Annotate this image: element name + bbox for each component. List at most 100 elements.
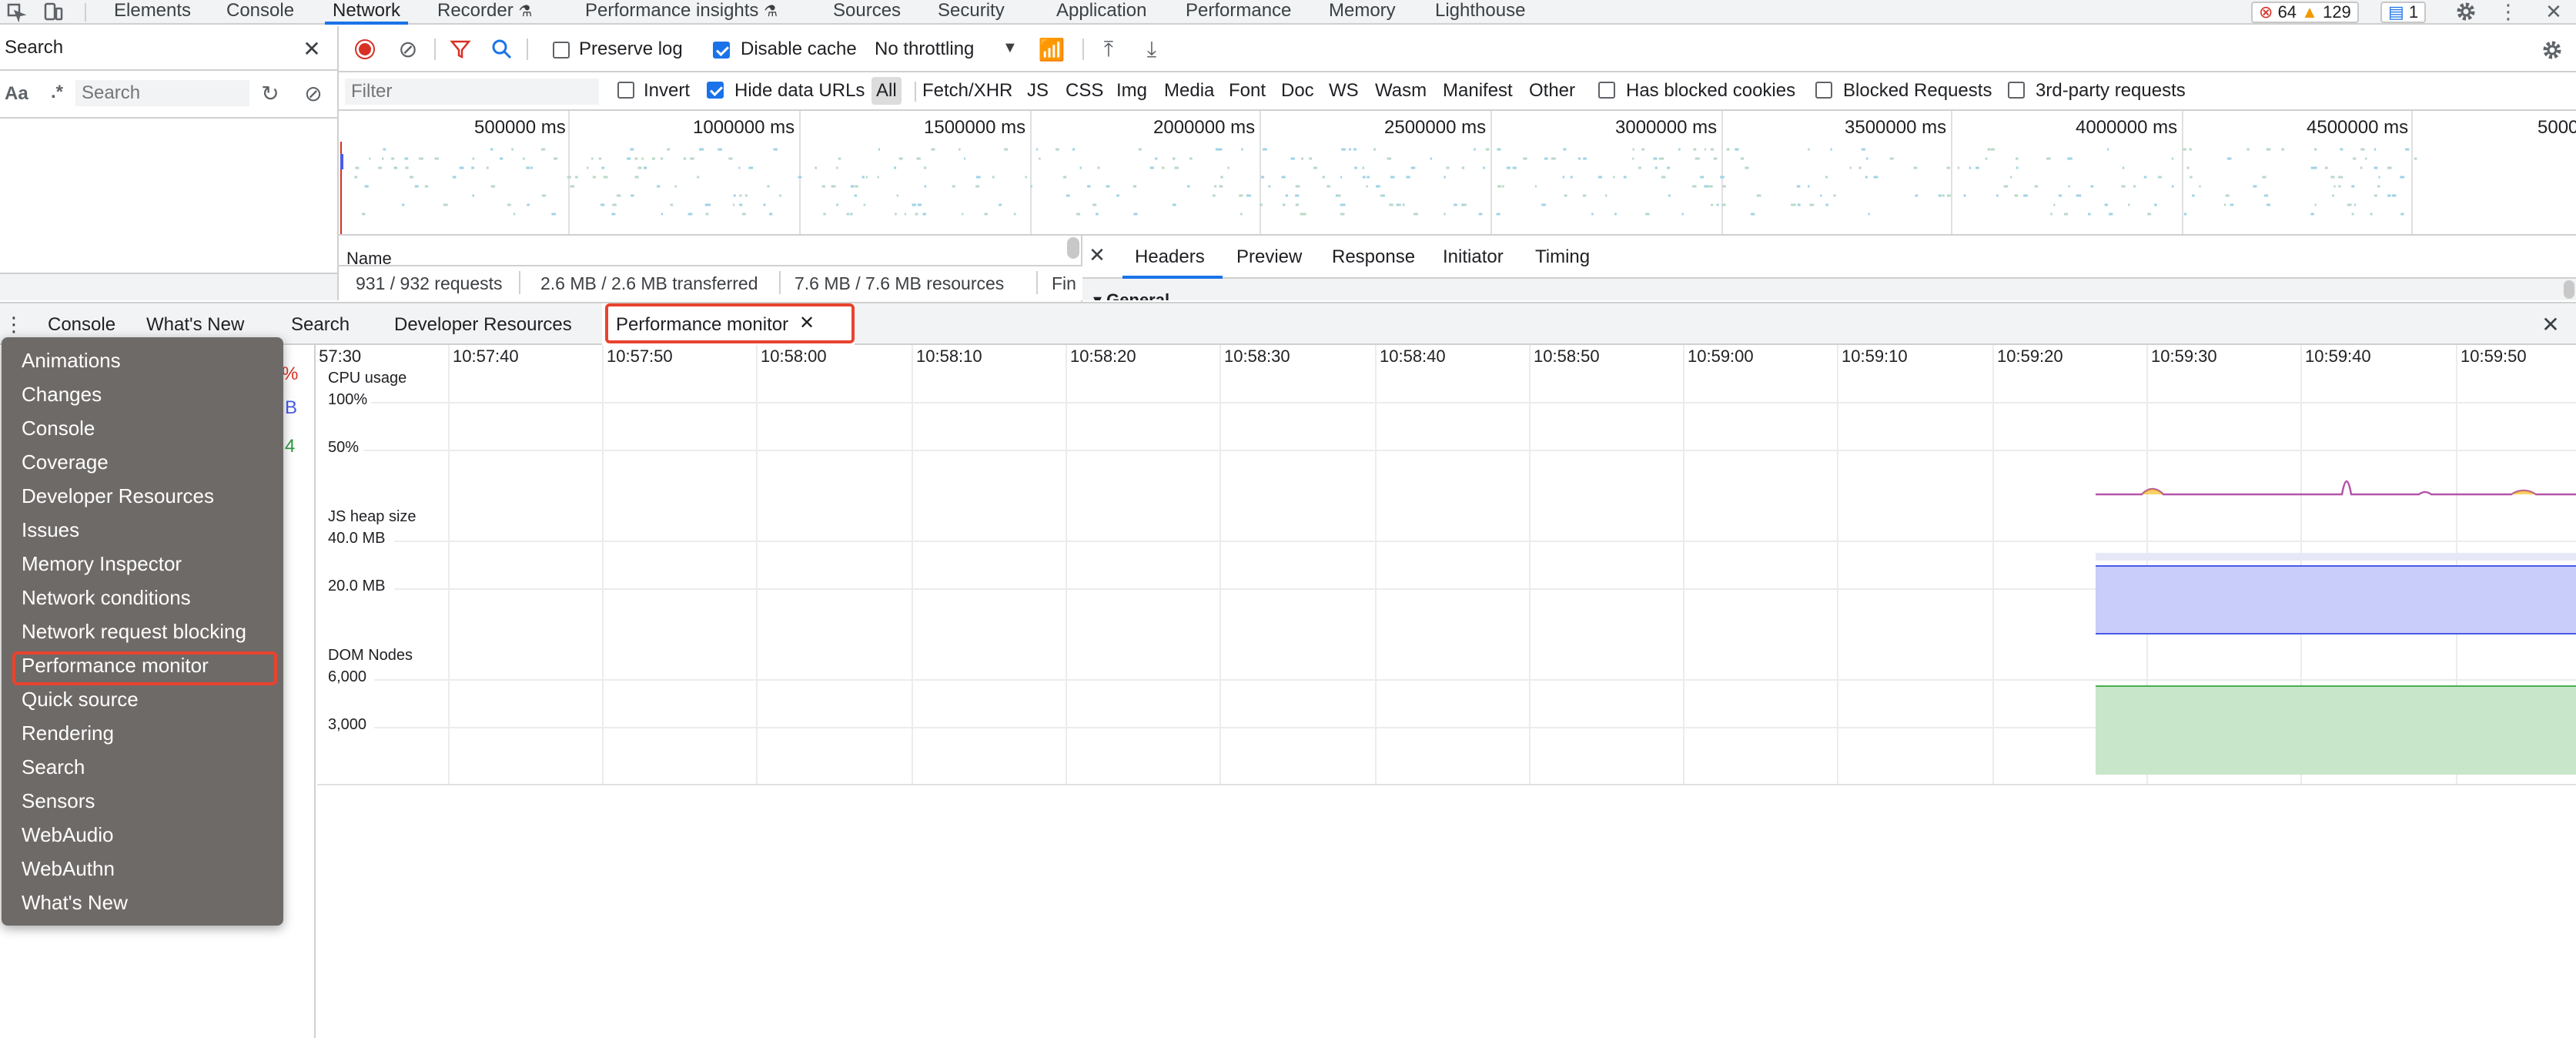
menu-item-webauthn[interactable]: WebAuthn xyxy=(22,856,115,881)
tab-response[interactable]: Response xyxy=(1332,246,1415,268)
filter-type-css[interactable]: CSS xyxy=(1066,80,1103,102)
cpu-graph-title: CPU usage xyxy=(328,370,407,387)
dom-nodes-area xyxy=(2096,685,2576,775)
blocked-requests-checkbox[interactable] xyxy=(1815,82,1832,99)
menu-item-developer-resources[interactable]: Developer Resources xyxy=(22,484,214,508)
has-blocked-cookies-checkbox[interactable] xyxy=(1598,82,1615,99)
tab-recorder[interactable]: Recorder ⚗ xyxy=(437,0,532,23)
tab-timing[interactable]: Timing xyxy=(1535,246,1590,268)
import-har-icon[interactable]: ⤒ xyxy=(1096,37,1121,62)
inspect-element-icon[interactable] xyxy=(5,2,28,23)
menu-item-sensors[interactable]: Sensors xyxy=(22,789,95,813)
clear-log-icon[interactable]: ⊘ xyxy=(396,37,420,62)
network-overview-timeline[interactable]: 500000 ms 1000000 ms 1500000 ms 2000000 … xyxy=(339,111,2576,236)
tab-security[interactable]: Security xyxy=(938,0,1005,23)
close-devtools-icon[interactable]: ✕ xyxy=(2542,0,2565,23)
tab-initiator[interactable]: Initiator xyxy=(1443,246,1504,268)
export-har-icon[interactable]: ⤓ xyxy=(1139,37,1164,62)
detail-scrollbar[interactable] xyxy=(2564,280,2574,299)
time-label: :57:30 xyxy=(317,347,362,366)
network-toolbar: ⊘ Preserve log Disable cache No throttli… xyxy=(339,26,2576,72)
list-scrollbar[interactable] xyxy=(1067,237,1079,259)
tab-preview[interactable]: Preview xyxy=(1236,246,1302,268)
filter-type-font[interactable]: Font xyxy=(1229,80,1266,102)
menu-item-webaudio[interactable]: WebAudio xyxy=(22,822,114,847)
general-section-title: General xyxy=(1106,290,1170,300)
cpu-metric-value: % xyxy=(282,363,299,384)
menu-item-search[interactable]: Search xyxy=(22,755,85,779)
menu-item-network-conditions[interactable]: Network conditions xyxy=(22,585,191,610)
menu-item-quick-source[interactable]: Quick source xyxy=(22,687,139,712)
info-counter[interactable]: ▤ 1 xyxy=(2380,2,2427,23)
preserve-log-checkbox[interactable] xyxy=(553,42,570,59)
tab-elements[interactable]: Elements xyxy=(114,0,191,23)
close-search-icon[interactable]: ✕ xyxy=(300,37,323,61)
close-drawer-icon[interactable]: ✕ xyxy=(2539,313,2562,337)
search-input[interactable] xyxy=(75,80,249,106)
issues-counter[interactable]: ⊗ 64 ▲ 129 xyxy=(2251,2,2359,23)
search-status-bar xyxy=(0,273,339,300)
tab-sources[interactable]: Sources xyxy=(833,0,901,23)
search-icon[interactable] xyxy=(490,37,514,62)
dom-metric-value: 4 xyxy=(285,436,296,457)
filter-type-all[interactable]: All xyxy=(871,77,902,105)
drawer-tab-search[interactable]: Search xyxy=(291,314,350,336)
network-conditions-icon[interactable]: 📶 xyxy=(1038,37,1066,62)
menu-item-animations[interactable]: Animations xyxy=(22,348,121,373)
settings-gear-icon[interactable] xyxy=(2454,0,2477,23)
filter-type-ws[interactable]: WS xyxy=(1329,80,1359,102)
drawer-more-tools-icon[interactable]: ⋮ xyxy=(4,313,24,336)
filter-icon[interactable] xyxy=(448,37,473,62)
tab-performance-insights[interactable]: Performance insights ⚗ xyxy=(585,0,778,23)
tab-performance[interactable]: Performance xyxy=(1186,0,1291,23)
match-case-toggle[interactable]: Aa xyxy=(5,83,28,105)
main-tab-bar: Elements Console Network Recorder ⚗ Perf… xyxy=(0,0,2576,25)
invert-checkbox[interactable] xyxy=(617,82,634,99)
third-party-checkbox[interactable] xyxy=(2008,82,2025,99)
tab-console[interactable]: Console xyxy=(226,0,294,23)
tab-network[interactable]: Network xyxy=(324,0,409,25)
warning-count: 129 xyxy=(2323,2,2351,22)
overview-tick: 2500000 ms xyxy=(1384,117,1487,138)
more-options-icon[interactable]: ⋮ xyxy=(2498,0,2518,23)
disable-cache-checkbox[interactable] xyxy=(713,42,730,59)
overview-tick: 5000 xyxy=(2538,117,2576,138)
menu-item-changes[interactable]: Changes xyxy=(22,382,102,407)
regex-toggle[interactable]: .* xyxy=(51,82,63,103)
record-icon[interactable] xyxy=(353,37,377,62)
filter-type-other[interactable]: Other xyxy=(1529,80,1575,102)
menu-item-coverage[interactable]: Coverage xyxy=(22,450,109,474)
drawer-tab-developer-resources[interactable]: Developer Resources xyxy=(394,314,572,336)
close-detail-icon[interactable]: ✕ xyxy=(1086,243,1109,266)
menu-item-rendering[interactable]: Rendering xyxy=(22,721,114,745)
drawer-tab-whats-new[interactable]: What's New xyxy=(146,314,244,336)
filter-type-img[interactable]: Img xyxy=(1116,80,1147,102)
network-settings-gear-icon[interactable] xyxy=(2539,37,2565,63)
filter-type-doc[interactable]: Doc xyxy=(1281,80,1314,102)
tab-headers[interactable]: Headers xyxy=(1135,246,1205,268)
menu-item-whats-new[interactable]: What's New xyxy=(22,890,128,915)
menu-item-memory-inspector[interactable]: Memory Inspector xyxy=(22,551,182,576)
clear-icon[interactable]: ⊘ xyxy=(302,82,325,105)
dom-tick: 6,000 xyxy=(328,668,367,685)
filter-type-js[interactable]: JS xyxy=(1027,80,1049,102)
menu-item-console[interactable]: Console xyxy=(22,416,95,440)
filter-type-fetch-xhr[interactable]: Fetch/XHR xyxy=(922,80,1012,102)
network-status-bar: 931 / 932 requests 2.6 MB / 2.6 MB trans… xyxy=(339,265,1082,300)
refresh-icon[interactable]: ↻ xyxy=(259,82,282,105)
filter-type-media[interactable]: Media xyxy=(1164,80,1214,102)
menu-item-issues[interactable]: Issues xyxy=(22,517,79,542)
throttling-select[interactable]: No throttling xyxy=(875,39,974,60)
menu-item-network-request-blocking[interactable]: Network request blocking xyxy=(22,619,246,644)
dropdown-arrow-icon[interactable]: ▼ xyxy=(1002,37,1018,59)
tab-lighthouse[interactable]: Lighthouse xyxy=(1435,0,1525,23)
hide-data-urls-checkbox[interactable] xyxy=(707,82,724,99)
filter-type-manifest[interactable]: Manifest xyxy=(1443,80,1513,102)
tab-application[interactable]: Application xyxy=(1056,0,1146,23)
filter-input[interactable] xyxy=(345,79,599,105)
drawer-tab-console[interactable]: Console xyxy=(48,314,115,336)
device-toolbar-icon[interactable] xyxy=(42,2,65,23)
tab-memory[interactable]: Memory xyxy=(1329,0,1396,23)
general-section-header[interactable]: ▾ General xyxy=(1082,279,2576,300)
filter-type-wasm[interactable]: Wasm xyxy=(1375,80,1427,102)
